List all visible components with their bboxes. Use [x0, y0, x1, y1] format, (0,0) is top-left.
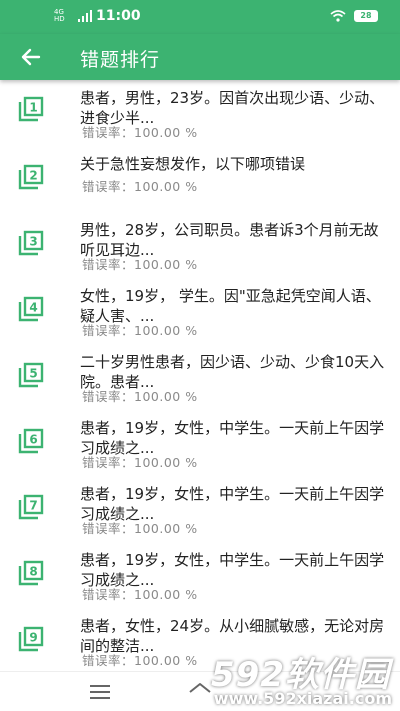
rank-badge-icon: 5	[18, 362, 44, 388]
wrong-question-list: 1 患者，男性，23岁。因首次出现少语、少动、进食少半... 错误率：100.00 …	[0, 80, 400, 671]
error-rate: 错误率：100.00 %	[82, 653, 198, 668]
error-rate: 错误率：100.00 %	[82, 323, 198, 338]
status-right: 28	[330, 10, 378, 22]
status-bar: 4G HD 11:00 28	[0, 0, 400, 34]
error-rate: 错误率：100.00 %	[82, 125, 198, 140]
list-item[interactable]: 2 关于急性妄想发作，以下哪项错误 错误率：100.00 %	[0, 150, 400, 216]
list-item[interactable]: 5 二十岁男性患者，因少语、少动、少食10天入院。患者... 错误率：100.00 …	[0, 348, 400, 414]
rank-badge-icon: 4	[18, 296, 44, 322]
rank-number: 2	[29, 169, 37, 183]
app-bar: 错题排行	[0, 34, 400, 80]
status-time: 11:00	[96, 8, 141, 24]
rank-badge-icon: 1	[18, 96, 44, 122]
rank-number: 6	[29, 433, 37, 447]
list-item[interactable]: 8 患者，19岁，女性，中学生。一天前上午因学习成绩之... 错误率：100.00 …	[0, 546, 400, 612]
question-text: 关于急性妄想发作，以下哪项错误	[80, 155, 306, 173]
network-sub: HD	[54, 15, 65, 23]
menu-icon[interactable]	[90, 684, 110, 700]
watermark: 592软件园 www.592xiazai.com	[198, 647, 398, 711]
rank-number: 1	[29, 101, 37, 115]
list-item[interactable]: 7 患者，19岁，女性，中学生。一天前上午因学习成绩之... 错误率：100.00 …	[0, 480, 400, 546]
rank-badge-icon: 9	[18, 626, 44, 652]
list-item[interactable]: 4 女性，19岁， 学生。因"亚急起凭空闻人语、疑人害、... 错误率：100.00…	[0, 282, 400, 348]
watermark-url: www.592xiazai.com	[213, 689, 392, 708]
signal-icon	[78, 10, 92, 22]
page-title: 错题排行	[80, 49, 161, 71]
network-indicator: 4G HD	[54, 9, 74, 23]
list-item[interactable]: 3 男性，28岁，公司职员。患者诉3个月前无故听见耳边... 错误率：100.00 …	[0, 216, 400, 282]
list-item[interactable]: 1 患者，男性，23岁。因首次出现少语、少动、进食少半... 错误率：100.00 …	[0, 84, 400, 150]
rank-badge-icon: 2	[18, 164, 44, 190]
rank-number: 7	[29, 499, 37, 513]
rank-badge-icon: 8	[18, 560, 44, 586]
rank-number: 9	[29, 631, 37, 645]
rank-badge-icon: 6	[18, 428, 44, 454]
error-rate: 错误率：100.00 %	[82, 587, 198, 602]
rank-number: 5	[29, 367, 37, 381]
error-rate: 错误率：100.00 %	[82, 455, 198, 470]
back-arrow-icon[interactable]	[18, 44, 44, 70]
error-rate: 错误率：100.00 %	[82, 389, 198, 404]
rank-badge-icon: 7	[18, 494, 44, 520]
rank-number: 8	[29, 565, 37, 579]
error-rate: 错误率：100.00 %	[82, 179, 198, 194]
status-left: 4G HD 11:00	[54, 8, 141, 24]
rank-number: 3	[29, 235, 37, 249]
wifi-icon	[330, 10, 346, 22]
error-rate: 错误率：100.00 %	[82, 257, 198, 272]
rank-badge-icon: 3	[18, 230, 44, 256]
error-rate: 错误率：100.00 %	[82, 521, 198, 536]
battery-icon: 28	[354, 10, 378, 22]
rank-number: 4	[29, 301, 37, 315]
list-item[interactable]: 6 患者，19岁，女性，中学生。一天前上午因学习成绩之... 错误率：100.00 …	[0, 414, 400, 480]
